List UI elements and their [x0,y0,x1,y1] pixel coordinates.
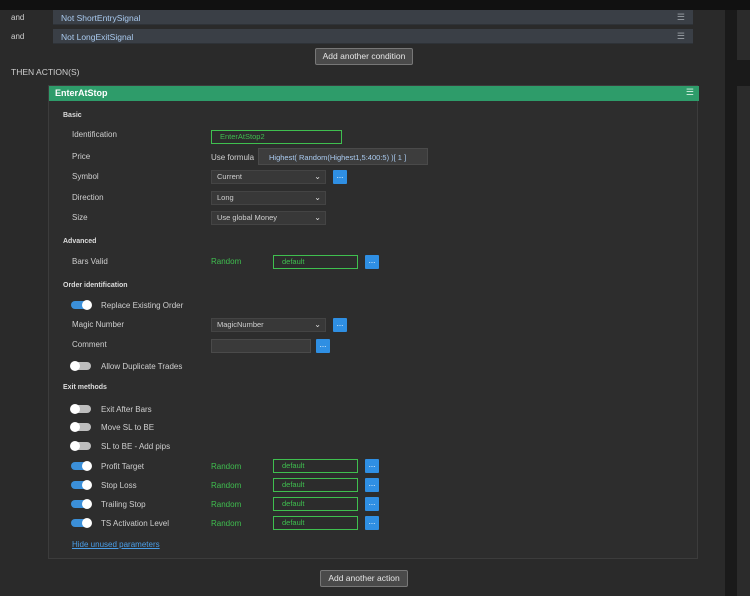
toggle-knob [70,422,80,432]
profit-target-mode[interactable]: Random [211,462,241,471]
menu-icon[interactable]: ☰ [677,12,685,23]
price-label: Price [72,152,91,161]
ts-activation-mode[interactable]: Random [211,519,241,528]
bars-valid-label: Bars Valid [72,257,108,266]
direction-label: Direction [72,193,104,202]
price-formula[interactable]: Highest( Random(Highest1,5:400:5) )[ 1 ] [269,153,406,162]
top-bar [0,0,750,10]
stop-loss-toggle[interactable] [71,480,92,490]
move-sl-be-label: Move SL to BE [101,423,155,432]
condition-text[interactable]: Not ShortEntrySignal [61,13,140,23]
bars-valid-more-button[interactable]: ... [365,255,379,269]
right-pane-strip-bottom [737,86,750,596]
condition-row: and Not ShortEntrySignal ☰ [0,10,725,26]
identification-label: Identification [72,130,117,139]
ts-activation-input[interactable]: default [273,516,358,530]
sl-be-pips-toggle[interactable] [70,441,91,451]
section-advanced: Advanced [63,238,97,245]
chevron-down-icon: ⌄ [314,193,321,202]
trailing-stop-mode[interactable]: Random [211,500,241,509]
magic-number-more-button[interactable]: ... [333,318,347,332]
section-basic: Basic [63,112,82,119]
profit-target-toggle[interactable] [71,461,92,471]
action-panel: EnterAtStop ☰ Basic Identification Enter… [48,85,699,559]
symbol-select[interactable]: Current ⌄ [211,170,326,184]
chevron-down-icon: ⌄ [314,320,321,329]
profit-target-input[interactable]: default [273,459,358,473]
section-exit-methods: Exit methods [63,384,107,391]
ts-activation-more-button[interactable]: ... [365,516,379,530]
ts-activation-toggle[interactable] [71,518,92,528]
stop-loss-more-button[interactable]: ... [365,478,379,492]
size-label: Size [72,213,88,222]
direction-value: Long [217,193,234,202]
bars-valid-input[interactable]: default [273,255,358,269]
exit-after-bars-toggle[interactable] [70,404,91,414]
price-formula-box[interactable]: Highest( Random(Highest1,5:400:5) )[ 1 ] [258,148,428,165]
toggle-knob [82,480,92,490]
toggle-knob [70,361,80,371]
size-value: Use global Money [217,213,278,222]
price-mode[interactable]: Use formula [211,153,254,162]
chevron-down-icon: ⌄ [314,172,321,181]
symbol-more-button[interactable]: ... [333,170,347,184]
action-title: EnterAtStop [55,88,108,98]
magic-number-select[interactable]: MagicNumber ⌄ [211,318,326,332]
stop-loss-input[interactable]: default [273,478,358,492]
toggle-knob [82,300,92,310]
toggle-knob [82,518,92,528]
section-order-identification: Order identification [63,282,128,289]
symbol-label: Symbol [72,172,99,181]
trailing-stop-toggle[interactable] [71,499,92,509]
magic-number-value: MagicNumber [217,320,264,329]
move-sl-be-toggle[interactable] [70,422,91,432]
profit-target-more-button[interactable]: ... [365,459,379,473]
replace-existing-label: Replace Existing Order [101,301,184,310]
condition-connector: and [11,13,25,22]
add-condition-button[interactable]: Add another condition [315,48,413,65]
right-pane-strip-top [737,10,750,60]
symbol-value: Current [217,172,243,181]
allow-duplicate-toggle[interactable] [70,361,91,371]
trailing-stop-input[interactable]: default [273,497,358,511]
ts-activation-label: TS Activation Level [101,519,170,528]
trailing-stop-more-button[interactable]: ... [365,497,379,511]
stop-loss-mode[interactable]: Random [211,481,241,490]
comment-label: Comment [72,340,107,349]
allow-duplicate-label: Allow Duplicate Trades [101,362,183,371]
profit-target-label: Profit Target [101,462,144,471]
then-actions-label: THEN ACTION(S) [11,67,80,77]
size-select[interactable]: Use global Money ⌄ [211,211,326,225]
trailing-stop-label: Trailing Stop [101,500,146,509]
hide-unused-link[interactable]: Hide unused parameters [72,540,160,549]
replace-existing-toggle[interactable] [71,300,92,310]
condition-row: and Not LongExitSignal ☰ [0,29,725,45]
toggle-knob [70,404,80,414]
stop-loss-label: Stop Loss [101,481,137,490]
comment-textarea[interactable] [211,339,311,353]
magic-number-label: Magic Number [72,320,125,329]
condition-text[interactable]: Not LongExitSignal [61,32,133,42]
condition-box[interactable]: Not ShortEntrySignal ☰ [53,10,693,25]
toggle-knob [70,441,80,451]
toggle-knob [82,499,92,509]
menu-icon[interactable]: ☰ [686,87,694,98]
direction-select[interactable]: Long ⌄ [211,191,326,205]
menu-icon[interactable]: ☰ [677,31,685,42]
add-action-button[interactable]: Add another action [320,570,408,587]
comment-more-button[interactable]: ... [316,339,330,353]
condition-connector: and [11,32,25,41]
bars-valid-mode[interactable]: Random [211,257,241,266]
identification-input[interactable]: EnterAtStop2 [211,130,342,144]
toggle-knob [82,461,92,471]
sl-be-pips-label: SL to BE - Add pips [101,442,171,451]
exit-after-bars-label: Exit After Bars [101,405,152,414]
chevron-down-icon: ⌄ [314,213,321,222]
action-header[interactable]: EnterAtStop ☰ [49,86,699,101]
condition-box[interactable]: Not LongExitSignal ☰ [53,29,693,44]
